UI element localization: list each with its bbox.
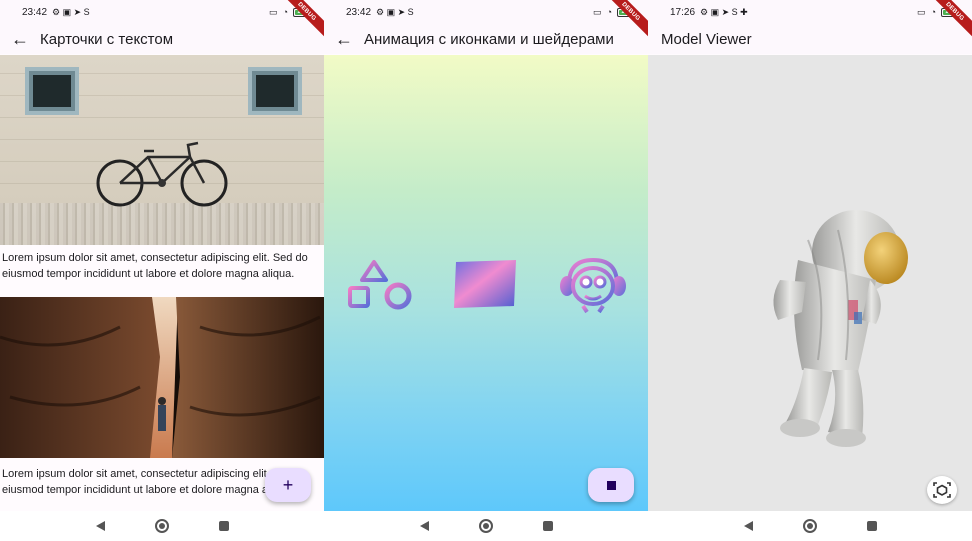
canyon-illustration bbox=[0, 297, 324, 458]
view-in-ar-icon bbox=[933, 482, 951, 498]
cast-icon: ▭ bbox=[593, 6, 602, 17]
wifi-icon: ◔ bbox=[930, 6, 936, 17]
notification-icons: ⚙ ▣ ➤ S bbox=[376, 6, 414, 17]
nav-recents-icon[interactable] bbox=[218, 521, 229, 531]
nav-back-icon[interactable] bbox=[419, 521, 429, 531]
add-icon: + bbox=[282, 474, 294, 495]
bicycle-photo bbox=[0, 55, 324, 245]
shapes-icon bbox=[348, 260, 412, 310]
nav-recents-icon[interactable] bbox=[866, 521, 877, 531]
system-nav-bar bbox=[648, 511, 972, 541]
page-title: Model Viewer bbox=[661, 30, 752, 48]
app-bar: ← Карточки с текстом bbox=[0, 24, 324, 54]
screen-model-viewer: 17:26 ⚙ ▣ ➤ S ✚ ▭ ◔ 100 DEBUG Model View… bbox=[648, 0, 972, 541]
status-time: 17:26 bbox=[670, 6, 696, 18]
status-bar: 17:26 ⚙ ▣ ➤ S ✚ ▭ ◔ 100 bbox=[648, 0, 972, 24]
nav-back-icon[interactable] bbox=[743, 521, 753, 531]
page-title: Анимация с иконками и шейдерами bbox=[364, 30, 614, 48]
astronaut-model[interactable] bbox=[758, 200, 918, 450]
wifi-icon: ◔ bbox=[606, 6, 612, 17]
gradient-square-icon bbox=[454, 260, 516, 308]
app-bar: Model Viewer bbox=[648, 24, 972, 54]
cast-icon: ▭ bbox=[269, 6, 278, 17]
status-time: 23:42 bbox=[346, 6, 372, 18]
notification-icons: ⚙ ▣ ➤ S bbox=[52, 6, 90, 17]
page-title: Карточки с текстом bbox=[40, 30, 174, 48]
notification-icons: ⚙ ▣ ➤ S ✚ bbox=[700, 6, 748, 17]
card-caption: Lorem ipsum dolor sit amet, consectetur … bbox=[0, 250, 324, 282]
nav-home-icon[interactable] bbox=[802, 519, 817, 533]
screen-icon-animation: 23:42 ⚙ ▣ ➤ S ▭ ◔ 100 DEBUG ← Анимация с… bbox=[324, 0, 648, 541]
stop-animation-button[interactable] bbox=[588, 468, 634, 502]
nav-home-icon[interactable] bbox=[478, 519, 493, 533]
app-bar: ← Анимация с иконками и шейдерами bbox=[324, 24, 648, 54]
status-bar: 23:42 ⚙ ▣ ➤ S ▭ ◔ 100 bbox=[0, 0, 324, 24]
system-nav-bar bbox=[324, 511, 648, 541]
canyon-photo bbox=[0, 297, 324, 458]
wifi-icon: ◔ bbox=[282, 6, 288, 17]
cast-icon: ▭ bbox=[917, 6, 926, 17]
view-in-ar-button[interactable] bbox=[927, 476, 957, 504]
monkey-headphones-icon bbox=[560, 257, 626, 314]
back-arrow-icon[interactable]: ← bbox=[324, 24, 364, 54]
window-left bbox=[25, 67, 79, 115]
window-right bbox=[248, 67, 302, 115]
stop-icon bbox=[606, 480, 616, 490]
system-nav-bar bbox=[0, 511, 324, 541]
nav-recents-icon[interactable] bbox=[542, 521, 553, 531]
bicycle-illustration bbox=[96, 141, 228, 207]
status-bar: 23:42 ⚙ ▣ ➤ S ▭ ◔ 100 bbox=[324, 0, 648, 24]
nav-back-icon[interactable] bbox=[95, 521, 105, 531]
status-time: 23:42 bbox=[22, 6, 48, 18]
nav-home-icon[interactable] bbox=[154, 519, 169, 533]
screen-text-cards: 23:42 ⚙ ▣ ➤ S ▭ ◔ 100 DEBUG ← Карточки с… bbox=[0, 0, 324, 541]
add-button[interactable]: + bbox=[265, 468, 311, 502]
back-arrow-icon[interactable]: ← bbox=[0, 24, 40, 54]
